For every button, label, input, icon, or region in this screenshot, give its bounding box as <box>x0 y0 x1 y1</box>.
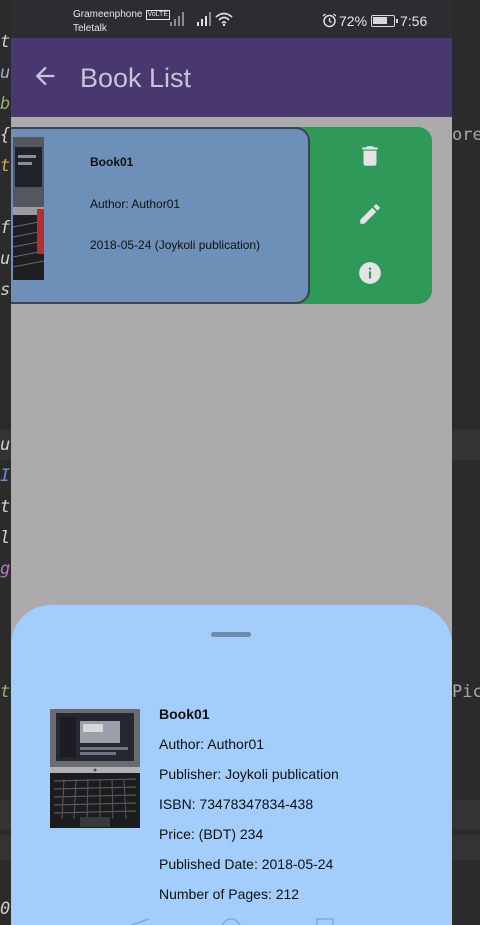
alarm-icon <box>322 13 337 28</box>
ide-code-char: t <box>0 32 11 52</box>
book-card-author: Author: Author01 <box>90 197 181 211</box>
ide-code-char: I <box>0 466 11 486</box>
status-bar: Grameenphone VoLTE Teletalk 72% 7:56 <box>11 0 452 38</box>
detail-pages: Number of Pages: 212 <box>159 886 300 902</box>
book-details-sheet: Book01 Author: Author01 Publisher: Joyko… <box>11 605 452 925</box>
carrier-secondary: Teletalk <box>73 23 107 34</box>
ide-code-char: 0 <box>0 899 11 919</box>
carrier-primary-label: Grameenphone <box>73 9 143 20</box>
detail-title: Book01 <box>159 706 210 722</box>
phone-screen: Grameenphone VoLTE Teletalk 72% 7:56 Boo… <box>11 0 452 925</box>
ide-background-left: t u b { t f u s u I t l g t 0 <box>0 0 11 925</box>
ide-code-char: t <box>0 156 11 176</box>
ide-code-char: f <box>0 218 11 238</box>
book-card-date: 2018-05-24 (Joykoli publication) <box>90 238 261 252</box>
ide-code-word: ore <box>452 125 480 145</box>
nav-back-icon[interactable] <box>129 917 151 925</box>
ide-code-char: { <box>0 125 11 145</box>
signal-icon <box>197 12 211 26</box>
battery-charging-icon <box>371 15 398 27</box>
nav-recents-icon[interactable] <box>314 917 336 925</box>
ide-highlight-band <box>452 800 480 830</box>
ide-highlight-band <box>452 835 480 860</box>
delete-icon[interactable] <box>357 143 383 169</box>
page-title: Book List <box>80 63 192 93</box>
ide-code-char: u <box>0 249 11 269</box>
clock: 7:56 <box>400 13 428 29</box>
app-bar: Book List <box>11 38 452 117</box>
detail-isbn: ISBN: 73478347834-438 <box>159 796 314 812</box>
book-cover-image <box>50 709 140 828</box>
ide-highlight-band <box>0 800 11 830</box>
detail-publisher: Publisher: Joykoli publication <box>159 766 339 782</box>
book-cover-thumbnail <box>13 137 44 280</box>
edit-icon[interactable] <box>357 201 383 227</box>
ide-code-char: t <box>0 497 11 517</box>
arrow-back-icon[interactable] <box>31 62 59 90</box>
carrier-primary: Grameenphone VoLTE <box>73 9 170 20</box>
ide-code-char: u <box>0 435 11 455</box>
ide-code-char: l <box>0 528 11 548</box>
ide-code-char: u <box>0 63 11 83</box>
battery-level-fill <box>373 17 387 24</box>
detail-published-date: Published Date: 2018-05-24 <box>159 856 334 872</box>
battery-percentage: 72% <box>339 13 368 29</box>
ide-highlight-band <box>0 835 11 860</box>
drag-handle[interactable] <box>211 632 251 637</box>
detail-price: Price: (BDT) 234 <box>159 826 264 842</box>
signal-icon <box>170 12 184 26</box>
ide-background-right: ore Pic <box>452 0 480 925</box>
wifi-icon <box>215 12 233 26</box>
ide-code-char: b <box>0 94 11 114</box>
detail-author: Author: Author01 <box>159 736 265 752</box>
nav-home-icon[interactable] <box>220 917 242 925</box>
info-icon[interactable] <box>357 260 383 286</box>
ide-code-char: s <box>0 280 11 300</box>
ide-code-word: Pic <box>452 682 480 702</box>
ide-code-char: t <box>0 682 11 702</box>
ide-highlight-band <box>452 430 480 460</box>
book-card-title: Book01 <box>90 155 134 169</box>
ide-code-char: g <box>0 559 11 579</box>
book-card[interactable]: Book01 Author: Author01 2018-05-24 (Joyk… <box>11 127 310 304</box>
volte-badge: VoLTE <box>145 10 170 20</box>
